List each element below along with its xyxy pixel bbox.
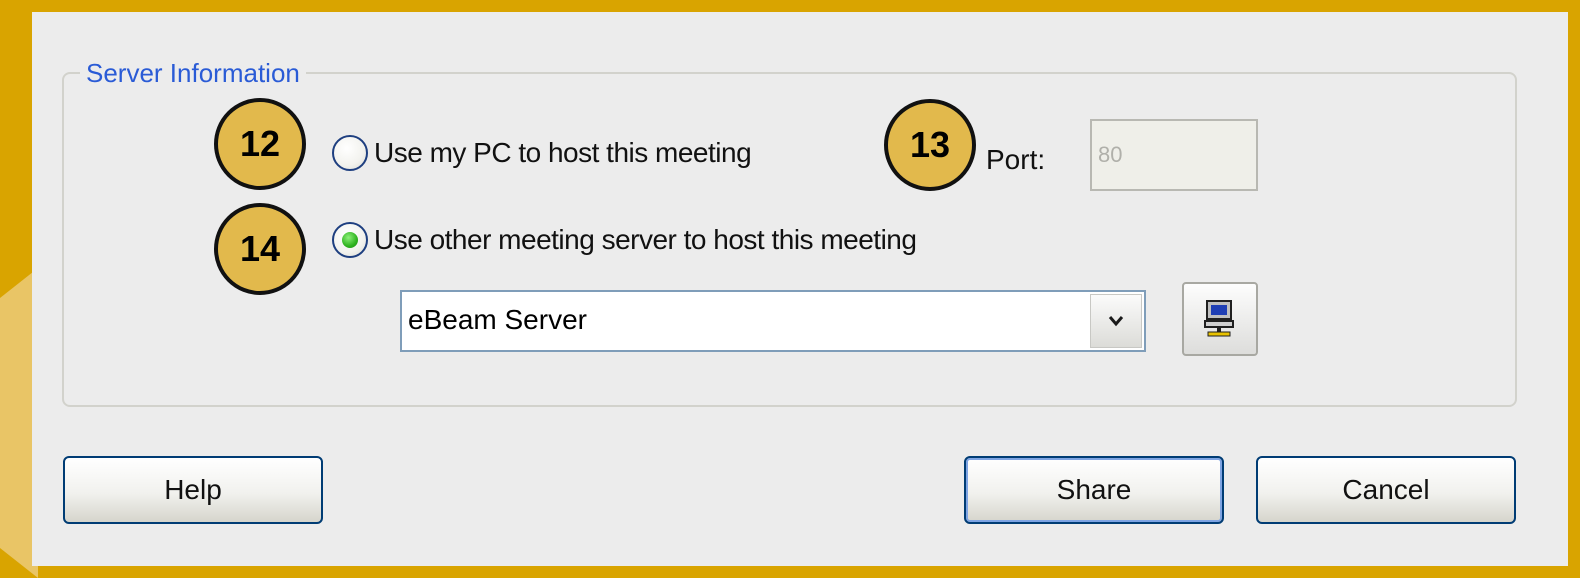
server-select-dropdown-button[interactable] xyxy=(1090,294,1142,348)
port-input[interactable] xyxy=(1090,119,1258,191)
share-button[interactable]: Share xyxy=(964,456,1224,524)
server-settings-button[interactable] xyxy=(1182,282,1258,356)
host-my-pc-label: Use my PC to host this meeting xyxy=(374,137,752,168)
port-label: Port: xyxy=(986,144,1046,175)
option-host-on-my-pc[interactable]: Use my PC to host this meeting xyxy=(332,135,752,171)
callout-badge-12: 12 xyxy=(214,98,306,190)
share-dialog: Server Information Use my PC to host thi… xyxy=(32,12,1568,566)
option-use-other-server[interactable]: Use other meeting server to host this me… xyxy=(332,222,917,258)
use-other-server-label: Use other meeting server to host this me… xyxy=(374,224,917,255)
help-button[interactable]: Help xyxy=(63,456,323,524)
use-other-server-radio[interactable] xyxy=(332,222,368,258)
callout-badge-14: 14 xyxy=(214,203,306,295)
server-information-legend: Server Information xyxy=(80,58,306,88)
host-my-pc-radio[interactable] xyxy=(332,135,368,171)
cancel-button[interactable]: Cancel xyxy=(1256,456,1516,524)
callout-badge-13: 13 xyxy=(884,99,976,191)
server-select[interactable]: eBeam Server xyxy=(400,290,1146,352)
chevron-down-icon xyxy=(1108,316,1124,327)
network-computer-icon xyxy=(1204,300,1234,337)
server-select-value: eBeam Server xyxy=(408,304,587,335)
